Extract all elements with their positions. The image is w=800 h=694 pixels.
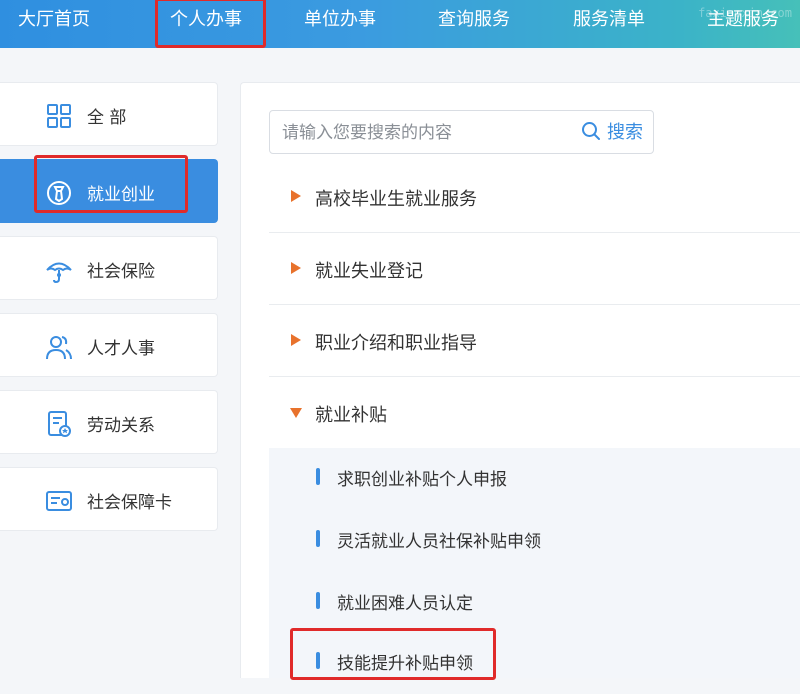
sidebar-item-labor-relations[interactable]: 劳动关系 [0, 390, 218, 454]
employment-icon [47, 181, 71, 205]
sidebar-item-label: 全 部 [87, 108, 127, 128]
sidebar-item-social-security-card[interactable]: 社会保障卡 [0, 467, 218, 531]
category-graduate-employment[interactable]: 高校毕业生就业服务 [269, 161, 800, 233]
sidebar-item-all[interactable]: 全 部 [0, 82, 218, 146]
nav-hall-home[interactable]: 大厅首页 [18, 0, 90, 44]
nav-service-list[interactable]: 服务清单 [573, 0, 645, 44]
search-button[interactable]: 搜索 [581, 120, 643, 146]
category-label: 高校毕业生就业服务 [315, 189, 477, 210]
category-employment-registration[interactable]: 就业失业登记 [269, 233, 800, 305]
subitem-label: 求职创业补贴个人申报 [337, 470, 507, 490]
sidebar-item-label: 就业创业 [87, 185, 155, 205]
sidebar-item-employment[interactable]: 就业创业 [0, 159, 218, 223]
category-career-guidance[interactable]: 职业介绍和职业指导 [269, 305, 800, 377]
category-label: 职业介绍和职业指导 [315, 333, 477, 354]
nav-personal-affairs[interactable]: 个人办事 [170, 0, 242, 44]
triangle-down-icon [290, 408, 302, 418]
bullet-bar [316, 652, 320, 669]
bullet-bar [316, 592, 320, 609]
sidebar-item-label: 劳动关系 [87, 416, 155, 436]
sidebar-item-label: 社会保障卡 [87, 493, 172, 513]
subitem-skill-upgrade-subsidy[interactable]: 技能提升补贴申领 [269, 632, 800, 694]
sidebar-item-label: 人才人事 [87, 339, 155, 359]
sidebar-item-label: 社会保险 [87, 262, 155, 282]
bullet-bar [316, 468, 320, 485]
subitem-label: 就业困难人员认定 [337, 594, 473, 614]
subitem-flexible-employment-subsidy[interactable]: 灵活就业人员社保补贴申领 [269, 510, 800, 572]
category-label: 就业失业登记 [315, 261, 423, 282]
people-icon [46, 336, 72, 360]
search-box: 搜索 [269, 110, 654, 154]
bullet-bar [316, 530, 320, 547]
subitem-label: 技能提升补贴申领 [337, 654, 473, 674]
triangle-right-icon [291, 334, 301, 346]
nav-query-service[interactable]: 查询服务 [438, 0, 510, 44]
search-icon [582, 122, 600, 140]
category-label: 就业补贴 [315, 405, 387, 426]
card-icon [46, 491, 72, 511]
search-button-label: 搜索 [607, 122, 643, 143]
sidebar-item-social-insurance[interactable]: 社会保险 [0, 236, 218, 300]
top-navigation: 大厅首页 个人办事 单位办事 查询服务 服务清单 主题服务 faxiaoxin.… [0, 0, 800, 48]
umbrella-icon [46, 262, 72, 284]
subitem-job-startup-subsidy[interactable]: 求职创业补贴个人申报 [269, 448, 800, 510]
search-input[interactable] [280, 119, 574, 147]
triangle-right-icon [291, 190, 301, 202]
subitem-hardship-certification[interactable]: 就业困难人员认定 [269, 572, 800, 634]
triangle-right-icon [291, 262, 301, 274]
watermark: faxiaoxin.com [698, 6, 792, 20]
sidebar-item-talent-personnel[interactable]: 人才人事 [0, 313, 218, 377]
document-badge-icon [48, 411, 71, 437]
subitem-label: 灵活就业人员社保补贴申领 [337, 532, 541, 552]
grid-icon [47, 104, 71, 128]
nav-unit-affairs[interactable]: 单位办事 [304, 0, 376, 44]
category-employment-subsidy[interactable]: 就业补贴 [269, 377, 800, 449]
